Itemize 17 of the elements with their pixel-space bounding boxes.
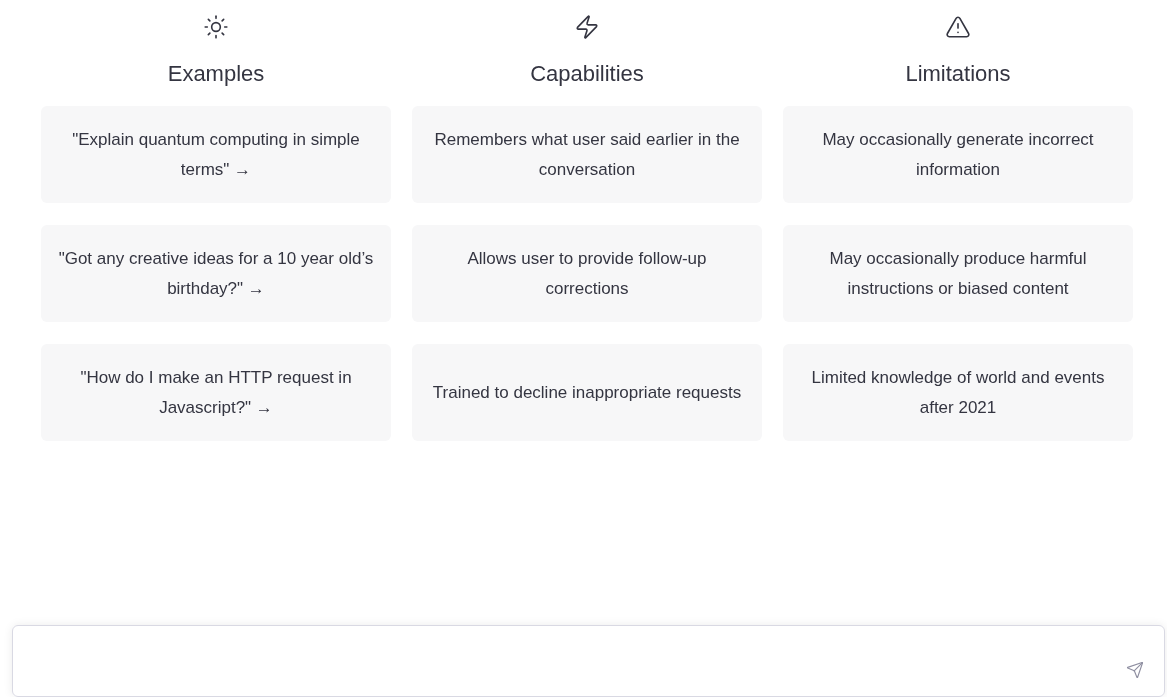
column-heading: Capabilities — [530, 60, 644, 88]
column-heading: Examples — [167, 60, 265, 88]
sun-icon — [203, 14, 229, 40]
message-input-field[interactable] — [12, 625, 1165, 697]
example-prompt-button[interactable]: "Got any creative ideas for a 10 year old’s birthday?" → — [41, 225, 391, 322]
example-prompt-button[interactable]: "How do I make an HTTP request in Javascript?" → — [41, 344, 391, 441]
info-card: May occasionally generate incorrect information — [783, 106, 1133, 203]
info-card: Remembers what user said earlier in the conversation — [412, 106, 762, 203]
send-button[interactable] — [1124, 659, 1146, 681]
warning-icon — [945, 14, 971, 40]
info-card: May occasionally produce harmful instructions or biased content — [783, 225, 1133, 322]
lightning-icon — [574, 14, 600, 40]
info-card: Allows user to provide follow-up corrections — [412, 225, 762, 322]
info-card: Limited knowledge of world and events after 2021 — [783, 344, 1133, 441]
example-prompt-button[interactable]: "Explain quantum computing in simple terms" → — [41, 106, 391, 203]
column-heading: Limitations — [905, 60, 1011, 88]
info-card: Trained to decline inappropriate requests — [412, 344, 762, 441]
